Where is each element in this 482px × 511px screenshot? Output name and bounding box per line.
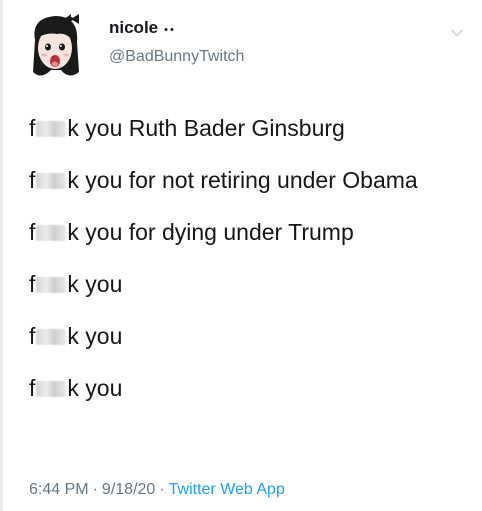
- line-prefix: f: [29, 219, 36, 245]
- name-emoji: ••: [164, 24, 176, 36]
- line-prefix: f: [29, 271, 36, 297]
- meta-separator: ·: [92, 481, 98, 498]
- tweet-source-link[interactable]: Twitter Web App: [169, 481, 285, 499]
- meta-separator: ·: [159, 481, 165, 498]
- line-suffix: k you Ruth Bader Ginsburg: [67, 115, 345, 141]
- line-prefix: f: [29, 115, 36, 141]
- tweet-line: f k you: [29, 372, 459, 405]
- tweet-line: f k you for dying under Trump: [29, 216, 459, 249]
- name-row[interactable]: nicole ••: [109, 18, 176, 38]
- tweet-line: f k you Ruth Bader Ginsburg: [29, 112, 459, 145]
- line-prefix: f: [29, 167, 36, 193]
- tweet-date[interactable]: 9/18/20: [102, 481, 155, 499]
- tweet-card: nicole •• @BadBunnyTwitch f k you Ruth Ba…: [0, 0, 482, 511]
- tweet-line: f k you for not retiring under Obama: [29, 164, 459, 197]
- censor-blur: [36, 225, 67, 241]
- line-suffix: k you: [67, 271, 123, 297]
- tweet-line: f k you: [29, 268, 459, 301]
- user-handle[interactable]: @BadBunnyTwitch: [109, 48, 244, 66]
- censor-blur: [36, 173, 67, 189]
- tweet-line: f k you: [29, 320, 459, 353]
- line-suffix: k you: [67, 375, 123, 401]
- line-prefix: f: [29, 375, 36, 401]
- chevron-down-icon[interactable]: [450, 26, 464, 40]
- tweet-text: f k you Ruth Bader Ginsburg f k you for no…: [29, 112, 459, 424]
- tweet-time[interactable]: 6:44 PM: [29, 481, 89, 499]
- censor-blur: [36, 381, 67, 397]
- tweet-meta: 6:44 PM · 9/18/20 · Twitter Web App: [29, 481, 285, 499]
- line-suffix: k you: [67, 323, 123, 349]
- cartoon-girl-avatar-icon: [33, 14, 79, 76]
- line-prefix: f: [29, 323, 36, 349]
- display-name[interactable]: nicole: [109, 18, 158, 38]
- line-suffix: k you for dying under Trump: [67, 219, 354, 245]
- line-suffix: k you for not retiring under Obama: [67, 167, 418, 193]
- censor-blur: [36, 277, 67, 293]
- censor-blur: [36, 329, 67, 345]
- censor-blur: [36, 121, 67, 137]
- avatar[interactable]: [25, 10, 87, 82]
